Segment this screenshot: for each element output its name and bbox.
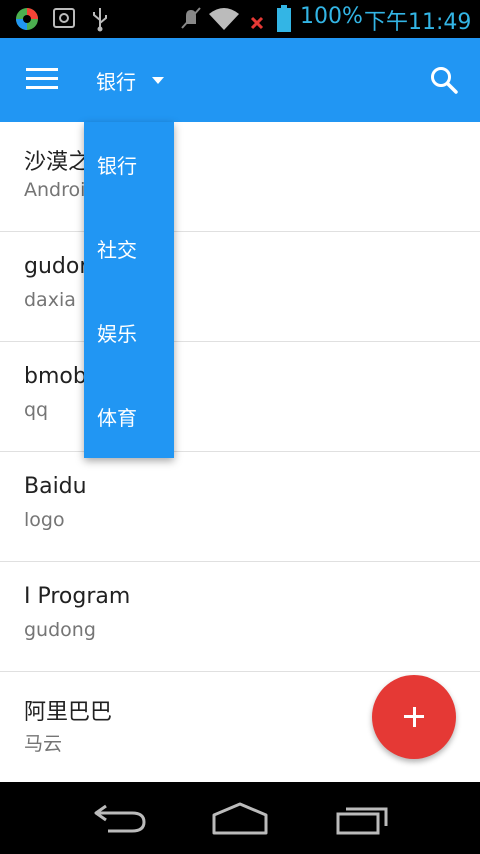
item-subtitle: Androi	[24, 179, 86, 201]
item-title: bmob	[24, 364, 87, 389]
clock: 下午11:49	[364, 10, 472, 35]
item-subtitle: 马云	[24, 733, 63, 755]
menu-icon[interactable]	[26, 68, 58, 92]
category-spinner[interactable]: 银行	[96, 64, 164, 96]
dropdown-item-bank[interactable]: 银行	[84, 122, 174, 206]
dropdown-item-entertainment[interactable]: 娱乐	[84, 290, 174, 374]
list-item[interactable]: I Program gudong	[0, 562, 480, 672]
item-subtitle: qq	[24, 399, 49, 421]
list-item[interactable]: 沙漠之 Androi	[0, 122, 480, 232]
dropdown-item-social[interactable]: 社交	[84, 206, 174, 290]
mute-icon	[181, 7, 201, 29]
wifi-icon	[209, 8, 239, 30]
signal-off-icon	[250, 16, 264, 30]
list-item[interactable]: gudon daxia	[0, 232, 480, 342]
battery-percent: 100%	[300, 4, 363, 29]
app-icon	[16, 8, 38, 30]
item-subtitle: daxia	[24, 289, 76, 311]
item-title: 沙漠之	[24, 150, 91, 175]
item-subtitle: logo	[24, 509, 65, 531]
back-icon[interactable]	[92, 800, 148, 836]
spinner-selected-label: 银行	[96, 69, 136, 94]
usb-icon	[93, 8, 107, 32]
search-icon[interactable]	[428, 64, 460, 96]
item-title: I Program	[24, 584, 131, 609]
category-dropdown-menu: 银行 社交 娱乐 体育	[84, 122, 174, 458]
home-icon[interactable]	[210, 800, 270, 836]
item-subtitle: gudong	[24, 619, 96, 641]
item-title: 阿里巴巴	[24, 700, 113, 725]
battery-icon	[277, 5, 291, 32]
status-bar: 100% 下午11:49	[0, 0, 480, 38]
list-item[interactable]: Baidu logo	[0, 452, 480, 562]
item-title: Baidu	[24, 474, 87, 499]
app-toolbar: 银行	[0, 38, 480, 122]
screenshot-icon	[53, 8, 75, 28]
recents-icon[interactable]	[334, 800, 390, 836]
add-button[interactable]	[372, 675, 456, 759]
dropdown-arrow-icon	[152, 76, 164, 84]
list-item[interactable]: bmob qq	[0, 342, 480, 452]
dropdown-item-sports[interactable]: 体育	[84, 374, 174, 458]
item-title: gudon	[24, 254, 94, 279]
system-nav-bar	[0, 782, 480, 854]
